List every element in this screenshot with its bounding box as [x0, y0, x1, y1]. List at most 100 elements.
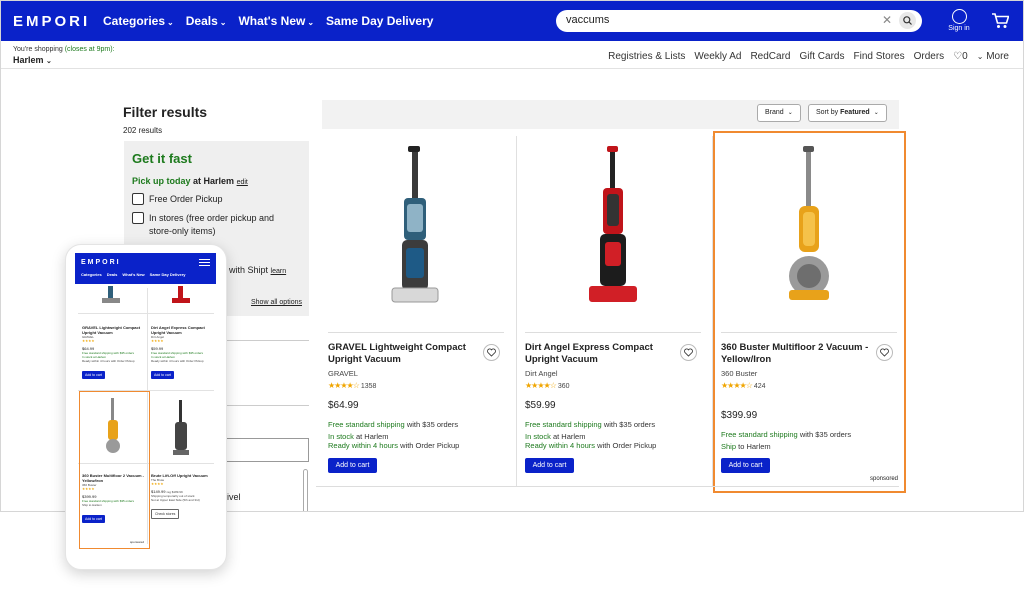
highlight-outline: [713, 131, 906, 493]
sponsored-label: sponsored: [870, 476, 899, 482]
shipping-info: Free standard shipping with $35 orders: [328, 420, 459, 429]
product-price: $59.99: [525, 400, 556, 411]
filter-field[interactable]: [227, 438, 309, 462]
stock-info: In stock at Harlem: [525, 432, 586, 441]
pickup-location: Pick up today at Harlem edit: [132, 176, 248, 186]
edit-link[interactable]: edit: [237, 179, 248, 186]
nav-same-day-delivery[interactable]: Same Day Delivery: [326, 14, 433, 28]
sort-dropdown[interactable]: Sort by Featured ⌄: [808, 104, 887, 122]
divider: [316, 486, 899, 487]
star-rating-icon: ★★★★☆: [525, 381, 557, 390]
show-all-options-link[interactable]: Show all options: [251, 299, 302, 306]
cart-icon[interactable]: [991, 13, 1009, 29]
mobile-check-stores-button[interactable]: Check stores: [151, 509, 180, 519]
link-weekly-ad[interactable]: Weekly Ad: [694, 51, 741, 62]
more-menu[interactable]: ⌄ More: [977, 51, 1009, 62]
scrollbar[interactable]: [303, 469, 308, 511]
link-find-stores[interactable]: Find Stores: [853, 51, 904, 62]
star-rating-icon: ★★★★: [151, 482, 164, 486]
search-input[interactable]: vaccums ✕: [556, 10, 922, 32]
store-selector[interactable]: Harlem ⌄: [13, 55, 52, 65]
mobile-product-image[interactable]: [168, 400, 194, 458]
product-name[interactable]: GRAVEL Lightweight Compact Upright Vacuu…: [328, 342, 478, 366]
star-rating-icon: ★★★★: [151, 339, 164, 343]
product-price: $64.99: [328, 400, 359, 411]
search-query: vaccums: [566, 14, 610, 26]
chevron-down-icon: ⌄: [976, 52, 984, 61]
divider: [227, 340, 309, 341]
chevron-down-icon: ⌄: [787, 110, 793, 116]
mobile-sponsored-label: sponsored: [130, 540, 145, 544]
in-stores-label: In stores (free order pickup and store-on…: [149, 213, 275, 236]
product-card[interactable]: GRAVEL Lightweight Compact Upright Vacuu…: [320, 136, 512, 486]
hamburger-menu-icon[interactable]: [199, 259, 210, 266]
divider: [227, 405, 309, 406]
mobile-nav-same-day[interactable]: Same Day Delivery: [150, 272, 186, 277]
link-redcard[interactable]: RedCard: [750, 51, 790, 62]
link-orders[interactable]: Orders: [914, 51, 945, 62]
product-card[interactable]: Dirt Angel Express Compact Upright Vacuu…: [516, 136, 708, 486]
product-image-dirt-angel-vacuum[interactable]: [525, 138, 701, 328]
shipping-info: Free standard shipping with $35 orders: [525, 420, 656, 429]
search-icon[interactable]: [899, 12, 916, 29]
heart-icon: ♡: [953, 51, 963, 62]
product-brand[interactable]: Dirt Angel: [525, 369, 558, 378]
page: EMPORI Categories ⌄ Deals ⌄ What's New ⌄ Sa…: [0, 0, 1024, 598]
divider: [525, 332, 701, 333]
link-gift-cards[interactable]: Gift Cards: [799, 51, 844, 62]
star-rating-icon: ★★★★☆: [328, 381, 360, 390]
mobile-add-to-cart-button[interactable]: Add to cart: [151, 371, 174, 379]
sign-in-label: Sign in: [948, 25, 970, 32]
site-logo[interactable]: EMPORI: [13, 13, 90, 30]
favorite-heart-icon[interactable]: [680, 344, 697, 361]
clear-icon[interactable]: ✕: [882, 13, 892, 27]
pickup-info: Ready within 4 hours with Order Pickup: [525, 441, 657, 450]
add-to-cart-button[interactable]: Add to cart: [525, 458, 574, 473]
chevron-down-icon: ⌄: [167, 18, 174, 27]
chevron-down-icon: ⌄: [307, 18, 315, 27]
mobile-product-cell[interactable]: Brute Lift-Off Upright Vacuum The Brute …: [151, 473, 219, 520]
nav-whats-new[interactable]: What's New ⌄: [238, 14, 314, 28]
mobile-highlight-outline: [79, 391, 150, 549]
product-image-gravel-vacuum[interactable]: [328, 138, 504, 328]
filter-partial-label: ivel: [227, 492, 241, 502]
nav-categories[interactable]: Categories ⌄: [103, 14, 174, 28]
mobile-nav-categories[interactable]: Categories: [81, 272, 102, 277]
star-rating-icon: ★★★★: [82, 339, 95, 343]
mobile-product-cell[interactable]: GRAVEL Lightweight Compact Upright Vacuu…: [82, 325, 150, 381]
rating: ★★★★☆ 360: [525, 381, 570, 390]
mobile-top-bar: EMPORI Categories Deals What's New Same …: [75, 253, 216, 284]
shopping-location: You're shopping (closes at 9pm):: [13, 46, 115, 53]
favorite-heart-icon[interactable]: [483, 344, 500, 361]
mobile-product-image[interactable]: [96, 286, 126, 304]
product-brand[interactable]: GRAVEL: [328, 369, 358, 378]
mobile-nav-whats-new[interactable]: What's New: [122, 272, 144, 277]
mobile-add-to-cart-button[interactable]: Add to cart: [82, 371, 105, 379]
nav-deals[interactable]: Deals ⌄: [186, 14, 227, 28]
divider: [328, 332, 504, 333]
mobile-logo[interactable]: EMPORI: [81, 259, 121, 266]
product-name[interactable]: Dirt Angel Express Compact Upright Vacuu…: [525, 342, 675, 366]
mobile-product-image[interactable]: [166, 286, 196, 304]
rating: ★★★★☆ 1358: [328, 381, 377, 390]
mobile-product-cell[interactable]: Dirt Angel Express Compact Upright Vacuu…: [151, 325, 219, 381]
learn-link[interactable]: learn: [271, 268, 287, 275]
mobile-nav-deals[interactable]: Deals: [107, 272, 118, 277]
filter-title: Filter results: [123, 104, 208, 120]
chevron-down-icon: ⌄: [873, 110, 879, 116]
shipt-option: with Shipt learn: [229, 265, 287, 275]
chevron-down-icon: ⌄: [46, 58, 52, 65]
chevron-down-icon: ⌄: [219, 18, 227, 27]
add-to-cart-button[interactable]: Add to cart: [328, 458, 377, 473]
link-registries[interactable]: Registries & Lists: [608, 51, 685, 62]
account-icon: [951, 9, 967, 24]
utility-links: Registries & Lists Weekly Ad RedCard Gif…: [608, 51, 1009, 62]
brand-dropdown[interactable]: Brand ⌄: [757, 104, 801, 122]
main-nav: Categories ⌄ Deals ⌄ What's New ⌄ Same Day …: [103, 14, 433, 28]
mobile-nav: Categories Deals What's New Same Day Del…: [81, 272, 185, 277]
account-button[interactable]: Sign in: [947, 9, 971, 32]
free-order-pickup-checkbox[interactable]: [132, 193, 144, 205]
in-stores-checkbox[interactable]: [132, 212, 144, 224]
stock-info: In stock at Harlem: [328, 432, 389, 441]
favorites-link[interactable]: ♡0: [953, 51, 968, 62]
